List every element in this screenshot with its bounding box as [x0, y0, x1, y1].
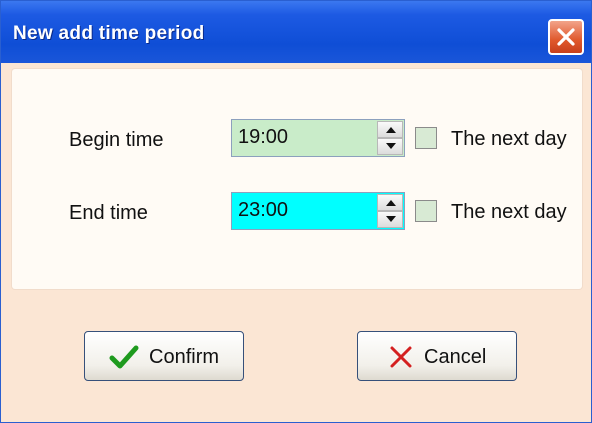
end-time-label: End time: [69, 202, 148, 224]
begin-next-day-label[interactable]: The next day: [451, 128, 567, 151]
end-time-value[interactable]: 23:00: [238, 199, 288, 222]
time-period-panel: Begin time 19:00 The next day End time 2…: [12, 69, 582, 289]
arrow-up-icon: [386, 127, 396, 133]
cancel-label: Cancel: [424, 346, 487, 368]
begin-time-label: Begin time: [69, 129, 164, 151]
end-next-day-label[interactable]: The next day: [451, 201, 567, 224]
begin-time-spin-buttons: [377, 121, 403, 155]
x-icon: [390, 346, 412, 368]
check-icon: [109, 345, 139, 369]
close-button[interactable]: [548, 19, 584, 55]
end-time-down-button[interactable]: [377, 211, 403, 228]
dialog-window: New add time period Begin time 19:00 The…: [0, 0, 592, 423]
confirm-button[interactable]: Confirm: [84, 331, 244, 381]
end-time-spin-buttons: [377, 194, 403, 228]
confirm-label: Confirm: [149, 346, 220, 368]
end-next-day-checkbox[interactable]: [415, 200, 437, 222]
window-title: New add time period: [13, 23, 205, 44]
arrow-down-icon: [386, 143, 396, 149]
arrow-down-icon: [386, 216, 396, 222]
begin-next-day-checkbox[interactable]: [415, 127, 437, 149]
title-bar[interactable]: New add time period: [1, 1, 591, 63]
begin-time-value[interactable]: 19:00: [238, 126, 288, 149]
begin-time-up-button[interactable]: [377, 121, 403, 138]
begin-time-spinner[interactable]: 19:00: [231, 119, 405, 157]
arrow-up-icon: [386, 200, 396, 206]
close-icon: [557, 28, 575, 46]
begin-time-down-button[interactable]: [377, 138, 403, 155]
cancel-button[interactable]: Cancel: [357, 331, 517, 381]
end-time-up-button[interactable]: [377, 194, 403, 211]
end-time-spinner[interactable]: 23:00: [231, 192, 405, 230]
